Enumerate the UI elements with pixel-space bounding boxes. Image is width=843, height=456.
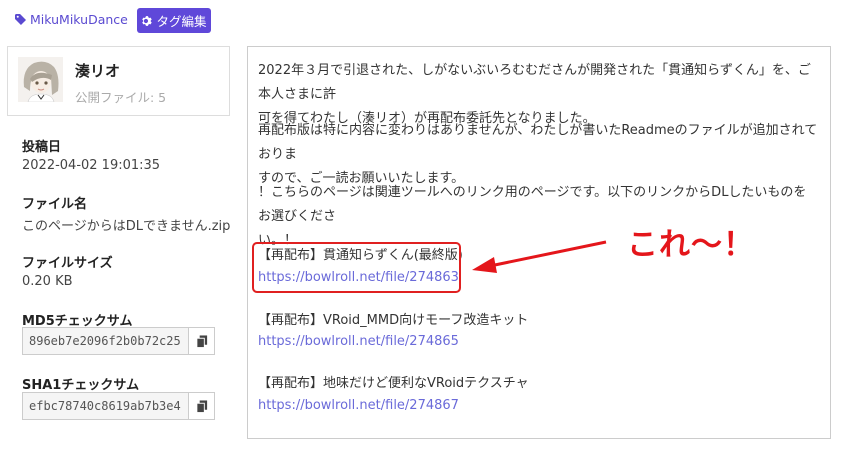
description-line: 2022年３月で引退された、しがないぶいろむむださんが開発された「貫通知らずくん… bbox=[258, 63, 811, 102]
item-link[interactable]: https://bowlroll.net/file/274867 bbox=[258, 396, 459, 416]
sha1-label: SHA1チェックサム bbox=[22, 378, 140, 393]
sha1-field-group: efbc78740c8619ab7b3e4 bbox=[22, 392, 215, 420]
md5-copy-button[interactable] bbox=[188, 327, 215, 355]
posted-value: 2022-04-02 19:01:35 bbox=[22, 158, 161, 173]
author-card[interactable]: 湊リオ 公開ファイル: 5 bbox=[7, 46, 230, 116]
sha1-field[interactable]: efbc78740c8619ab7b3e4 bbox=[22, 392, 188, 420]
copy-icon bbox=[195, 399, 207, 413]
avatar bbox=[18, 57, 63, 102]
posted-label: 投稿日 bbox=[22, 140, 62, 155]
tag-name: MikuMikuDance bbox=[30, 12, 128, 27]
copy-icon bbox=[195, 334, 207, 348]
highlight-box bbox=[252, 242, 461, 293]
annotation-arrow bbox=[472, 240, 607, 273]
filesize-value: 0.20 KB bbox=[22, 274, 73, 289]
filesize-label: ファイルサイズ bbox=[22, 256, 113, 271]
tag-edit-button[interactable]: タグ編集 bbox=[137, 8, 211, 33]
sha1-copy-button[interactable] bbox=[188, 392, 215, 420]
item-title: 【再配布】VRoid_MMD向けモーフ改造キット bbox=[258, 313, 529, 328]
item-link[interactable]: https://bowlroll.net/file/274865 bbox=[258, 332, 459, 352]
filename-label: ファイル名 bbox=[22, 197, 88, 212]
gear-icon bbox=[142, 15, 153, 26]
item-title: 【再配布】地味だけど便利なVRoidテクスチャ bbox=[258, 376, 529, 391]
annotation-text: これ～！ bbox=[627, 227, 755, 263]
tag-link[interactable]: MikuMikuDance bbox=[15, 12, 128, 27]
filename-value: このページからはDLできません.zip bbox=[22, 219, 231, 234]
tag-edit-label: タグ編集 bbox=[156, 14, 207, 29]
tag-icon bbox=[15, 14, 26, 25]
public-files-count: 公開ファイル: 5 bbox=[75, 90, 167, 105]
md5-field-group: 896eb7e2096f2b0b72c25 bbox=[22, 327, 215, 355]
description-line: 再配布版は特に内容に変わりはありませんが、わたしが書いたReadmeのファイルが… bbox=[258, 123, 818, 162]
author-name[interactable]: 湊リオ bbox=[75, 60, 120, 81]
md5-field[interactable]: 896eb7e2096f2b0b72c25 bbox=[22, 327, 188, 355]
